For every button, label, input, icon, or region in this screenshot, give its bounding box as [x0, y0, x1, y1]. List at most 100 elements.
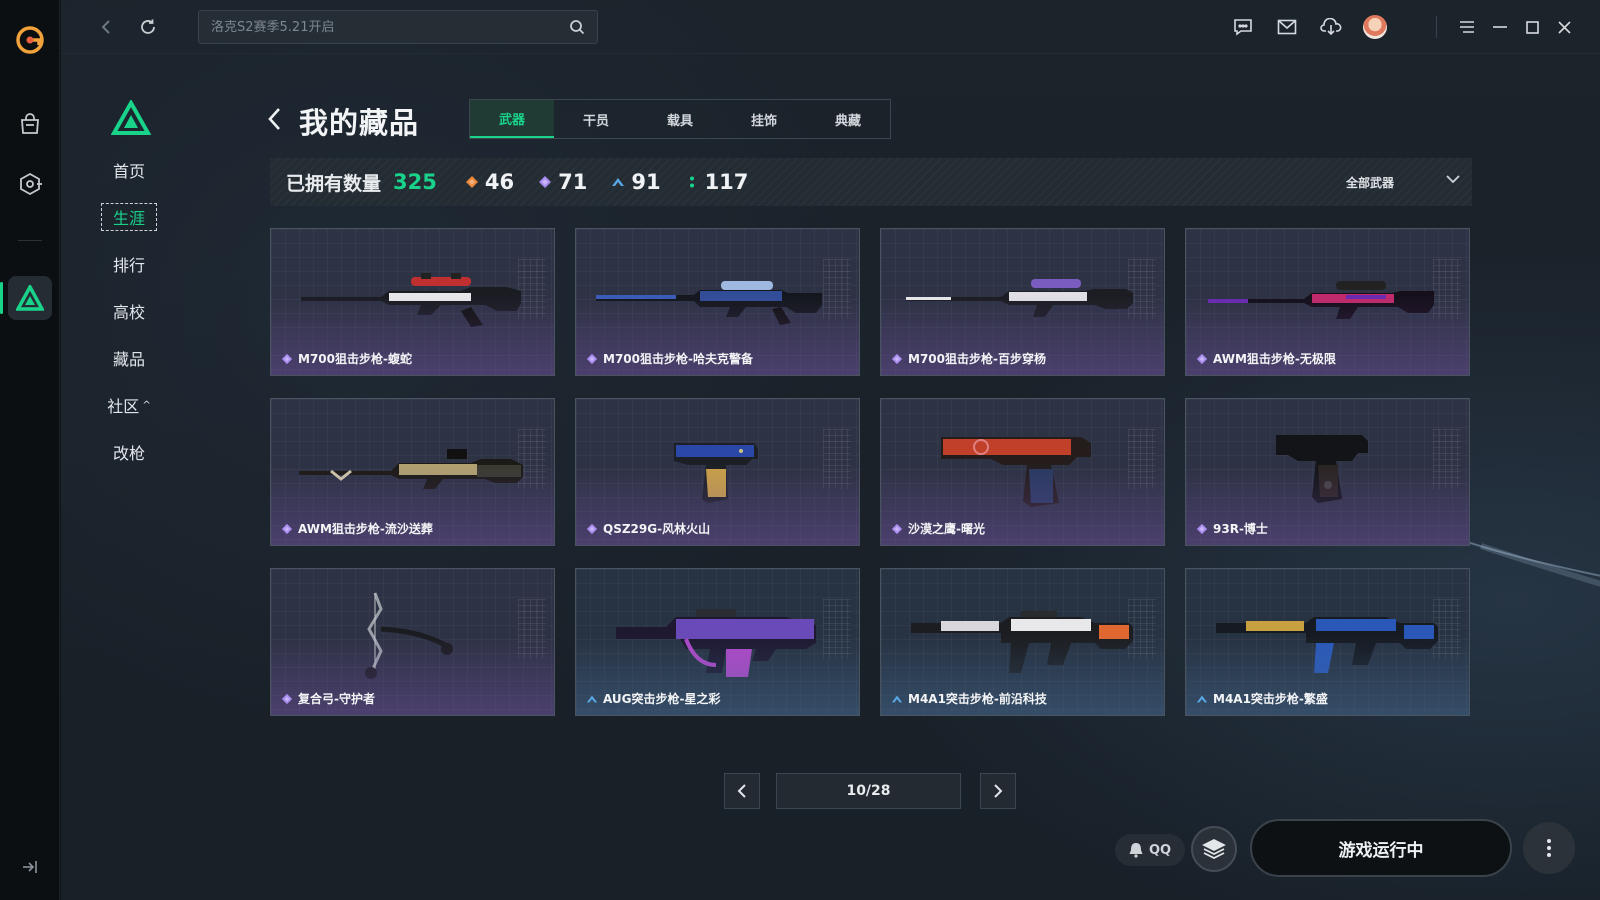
minimize-button[interactable]: [1484, 11, 1516, 43]
item-name: AWM狙击步枪-流沙送葬: [298, 522, 433, 536]
item-label: M4A1突击步枪-前沿科技: [891, 690, 1047, 707]
collection-item-card[interactable]: 复合弓-守护者: [270, 568, 555, 716]
blue-chevron-icon: [1196, 695, 1208, 702]
orange-diamond-icon: [465, 176, 478, 188]
blue-chevron-icon: [612, 178, 625, 186]
item-name: 复合弓-守护者: [298, 692, 375, 706]
nav-item-3[interactable]: 高校: [101, 297, 157, 325]
collection-back-button[interactable]: [267, 104, 287, 134]
qq-button[interactable]: QQ: [1115, 834, 1185, 866]
item-label: AWM狙击步枪-无极限: [1196, 350, 1336, 367]
chat-icon: [1234, 19, 1252, 36]
nav-item-label: 首页: [112, 162, 145, 181]
nav-item-5[interactable]: 社区 ^: [101, 391, 157, 419]
purple-diamond-icon: [539, 176, 552, 188]
mail-button[interactable]: [1271, 11, 1303, 43]
nav-item-0[interactable]: 首页: [101, 156, 157, 184]
nav-item-4[interactable]: 藏品: [101, 344, 157, 372]
user-avatar[interactable]: [1359, 11, 1391, 43]
maximize-button[interactable]: [1516, 11, 1548, 43]
delta-game-icon[interactable]: [0, 278, 60, 318]
owned-count: 325: [393, 170, 437, 194]
more-options-button[interactable]: [1523, 822, 1575, 874]
back-button[interactable]: [91, 12, 121, 42]
overlay-toggle-button[interactable]: [1191, 826, 1237, 872]
expand-rail-icon[interactable]: [0, 852, 60, 882]
maximize-icon: [1525, 20, 1539, 34]
collection-item-card[interactable]: M700狙击步枪-哈夫克警备: [575, 228, 860, 376]
purple-diamond-icon: [891, 353, 903, 364]
store-bag-icon[interactable]: [0, 104, 60, 144]
game-tag-icon[interactable]: [0, 164, 60, 204]
rarity-count: 117: [704, 170, 749, 194]
nav-item-2[interactable]: 排行: [101, 250, 157, 278]
chat-button[interactable]: [1227, 11, 1259, 43]
close-button[interactable]: [1548, 11, 1580, 43]
prev-page-button[interactable]: [724, 773, 760, 809]
rarity-stat: 71: [538, 170, 587, 194]
chevron-right-icon: [994, 784, 1003, 798]
app-logo-icon[interactable]: [0, 20, 60, 60]
purple-diamond-icon: [1196, 353, 1208, 364]
blue-chevron-icon: [586, 695, 598, 702]
purple-diamond-icon: [281, 353, 293, 364]
weapon-filter-dropdown[interactable]: 全部武器: [1322, 158, 1472, 206]
tab-2[interactable]: 载具: [638, 100, 722, 138]
chevron-left-icon: [268, 108, 280, 130]
purple-diamond-icon: [1196, 523, 1208, 534]
collection-item-card[interactable]: 沙漠之鹰-曙光: [880, 398, 1165, 546]
collection-item-card[interactable]: M700狙击步枪-百步穿杨: [880, 228, 1165, 376]
nav-item-1[interactable]: 生涯: [101, 203, 157, 231]
item-name: M700狙击步枪-哈夫克警备: [603, 352, 753, 366]
search-input[interactable]: [211, 19, 569, 35]
tab-0[interactable]: 武器: [470, 100, 554, 138]
collection-item-card[interactable]: AWM狙击步枪-流沙送葬: [270, 398, 555, 546]
menu-button[interactable]: [1451, 11, 1483, 43]
refresh-button[interactable]: [133, 12, 163, 42]
item-label: M700狙击步枪-哈夫克警备: [586, 350, 753, 367]
search-icon[interactable]: [569, 19, 585, 35]
download-button[interactable]: [1315, 11, 1347, 43]
tab-1[interactable]: 干员: [554, 100, 638, 138]
game-running-button[interactable]: 游戏运行中: [1250, 819, 1512, 877]
collection-item-card[interactable]: M4A1突击步枪-前沿科技: [880, 568, 1165, 716]
blue-chevron-icon: [891, 695, 903, 702]
next-page-button[interactable]: [980, 773, 1016, 809]
green-dots-icon: [689, 176, 694, 188]
collection-item-card[interactable]: M700狙击步枪-蝮蛇: [270, 228, 555, 376]
item-label: 复合弓-守护者: [281, 690, 375, 707]
tab-4[interactable]: 典藏: [806, 100, 890, 138]
item-name: M700狙击步枪-百步穿杨: [908, 352, 1046, 366]
topbar-divider: [1436, 16, 1437, 38]
purple-diamond-icon: [281, 693, 293, 704]
rarity-count: 91: [631, 170, 661, 194]
collection-item-card[interactable]: AWM狙击步枪-无极限: [1185, 228, 1470, 376]
mail-icon: [1277, 19, 1297, 35]
item-name: M700狙击步枪-蝮蛇: [298, 352, 412, 366]
refresh-icon: [141, 19, 155, 34]
collection-item-card[interactable]: M4A1突击步枪-繁盛: [1185, 568, 1470, 716]
rail-divider: [18, 240, 42, 241]
nav-item-label: 社区: [107, 397, 140, 416]
main-area: 首页生涯排行高校藏品社区^ 改枪 我的藏品 武器干员载具挂饰典藏 已拥有数量 32…: [61, 0, 1600, 900]
more-vertical-icon: [1547, 839, 1551, 857]
close-icon: [1557, 20, 1571, 34]
item-label: AUG突击步枪-星之彩: [586, 690, 721, 707]
collection-item-card[interactable]: AUG突击步枪-星之彩: [575, 568, 860, 716]
purple-diamond-icon: [891, 523, 903, 534]
rarity-stat: 117: [685, 170, 749, 194]
qq-label: QQ: [1148, 842, 1172, 858]
tab-3[interactable]: 挂饰: [722, 100, 806, 138]
item-name: M4A1突击步枪-前沿科技: [908, 692, 1047, 706]
item-name: M4A1突击步枪-繁盛: [1213, 692, 1328, 706]
item-name: 93R-博士: [1213, 522, 1268, 536]
nav-item-6[interactable]: 改枪: [101, 438, 157, 466]
nav-item-label: 排行: [112, 256, 145, 275]
item-label: QSZ29G-风林火山: [586, 520, 710, 537]
item-label: M4A1突击步枪-繁盛: [1196, 690, 1328, 707]
rarity-count: 71: [558, 170, 588, 194]
search-bar: [198, 10, 598, 44]
collection-item-card[interactable]: QSZ29G-风林火山: [575, 398, 860, 546]
avatar-icon: [1363, 15, 1387, 39]
collection-item-card[interactable]: 93R-博士: [1185, 398, 1470, 546]
